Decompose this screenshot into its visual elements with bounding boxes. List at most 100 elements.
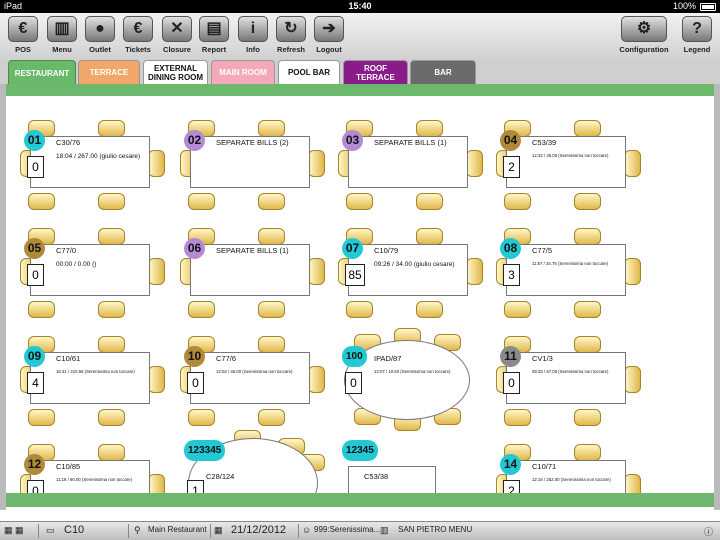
- table-12345[interactable]: 12345 C53/38: [336, 440, 486, 493]
- table-number-badge: 123345: [184, 440, 226, 461]
- table-check-info: 16:31 / 210.66 (Serenissima non toccare): [56, 369, 135, 374]
- table-check-info: 09:33 / 67.00 (Serenissima non toccare): [532, 369, 609, 374]
- logout-button[interactable]: ➔ Logout: [309, 16, 349, 58]
- chair: [28, 193, 55, 210]
- info-icon[interactable]: ⓘ: [704, 525, 713, 538]
- refresh-button[interactable]: ↻ Refresh: [271, 16, 311, 58]
- table-check-name: C28/124: [206, 472, 235, 481]
- table-check-name: IPAD/87: [374, 354, 402, 363]
- table-check-name: C77/6: [216, 354, 237, 363]
- chair: [624, 474, 641, 493]
- current-date: 21/12/2012: [231, 524, 287, 536]
- table-check-info: 18:04 / 267.00 (giulio cesare): [56, 153, 141, 160]
- covers-count: 2: [503, 156, 520, 178]
- tab-main-room[interactable]: MAIN ROOM: [211, 60, 275, 84]
- tab-bar[interactable]: BAR: [410, 60, 476, 84]
- table-top: [348, 244, 468, 296]
- cash-register-icon: €: [8, 16, 38, 42]
- table-number-badge: 06: [184, 238, 205, 259]
- table-07[interactable]: 07 C10/79 09:26 / 34.00 (giulio cesare) 85: [336, 228, 486, 328]
- table-04[interactable]: 04 C53/39 12:32 / 45.00 (Serenissima non t…: [494, 120, 644, 220]
- table-123345[interactable]: 123345 C28/124 1: [178, 430, 328, 493]
- table-number-badge: 12345: [342, 440, 378, 461]
- table-check-info: 00:00 / 0.00 (): [56, 261, 97, 268]
- current-check-code: C10: [64, 524, 85, 536]
- chair: [28, 301, 55, 318]
- outlet-button[interactable]: ● Outlet: [80, 16, 120, 58]
- chair: [188, 301, 215, 318]
- current-user: 999:Serenissima...: [314, 525, 381, 534]
- status-time: 15:40: [348, 1, 372, 11]
- chair: [148, 366, 165, 393]
- table-08[interactable]: 08 C77/5 11:57 / 34.75 (Serenissima non to…: [494, 228, 644, 328]
- chair: [28, 409, 55, 426]
- map-pin-icon: ⚲: [134, 525, 141, 535]
- table-top: [190, 352, 310, 404]
- covers-count: 4: [27, 372, 44, 394]
- tab-terrace[interactable]: TERRACE: [78, 60, 140, 84]
- frame-right: [714, 84, 720, 510]
- chair: [416, 301, 443, 318]
- chair: [574, 409, 601, 426]
- table-number-badge: 07: [342, 238, 363, 259]
- tab-external-dining-room[interactable]: EXTERNAL DINING ROOM: [143, 60, 208, 84]
- chair: [148, 474, 165, 493]
- table-check-name: C10/85: [56, 462, 81, 471]
- battery-icon: [700, 3, 716, 11]
- table-05[interactable]: 05 C77/0 00:00 / 0.00 () 0: [18, 228, 168, 328]
- table-check-name: SEPARATE BILLS (2): [216, 138, 289, 147]
- table-02[interactable]: 02 SEPARATE BILLS (2): [178, 120, 328, 220]
- table-check-name: C10/79: [374, 246, 399, 255]
- logout-icon: ➔: [314, 16, 344, 42]
- chair: [416, 228, 443, 245]
- report-button[interactable]: ▤ Report: [194, 16, 234, 58]
- closure-button[interactable]: ✕ Closure: [157, 16, 197, 58]
- current-outlet: Main Restaurant: [148, 525, 207, 534]
- table-09[interactable]: 09 C10/61 16:31 / 210.66 (Serenissima non …: [18, 336, 168, 436]
- table-check-info: 12:32 / 45.00 (Serenissima non toccare): [532, 153, 609, 158]
- table-03[interactable]: 03 SEPARATE BILLS (1): [336, 120, 486, 220]
- bottom-status-bar: ▦ ▦ ▭ C10 ⚲ Main Restaurant ▦ 21/12/2012…: [0, 521, 720, 540]
- pos-button[interactable]: € POS: [3, 16, 43, 58]
- chair: [624, 150, 641, 177]
- tab-pool-bar[interactable]: POOL BAR: [278, 60, 340, 84]
- configuration-button[interactable]: ⚙ Configuration: [617, 16, 671, 58]
- table-06[interactable]: 06 SEPARATE BILLS (1): [178, 228, 328, 328]
- table-check-name: SEPARATE BILLS (1): [216, 246, 289, 255]
- chair: [308, 366, 325, 393]
- report-icon: ▤: [199, 16, 229, 42]
- chair: [308, 258, 325, 285]
- chair: [188, 193, 215, 210]
- table-top: [30, 352, 150, 404]
- table-top: [348, 466, 436, 493]
- table-100[interactable]: 100 IPAD/87 13:07 / 10.50 (Serenissima non…: [336, 328, 486, 436]
- tab-restaurant[interactable]: RESTAURANT: [8, 60, 76, 86]
- tab-roof-terrace[interactable]: ROOF TERRACE: [343, 60, 408, 84]
- gears-icon: ⚙: [621, 16, 667, 42]
- table-number-badge: 05: [24, 238, 45, 259]
- table-check-name: C77/5: [532, 246, 553, 255]
- menu-button[interactable]: ▥ Menu: [42, 16, 82, 58]
- table-check-name: CV1/3: [532, 354, 553, 363]
- table-check-info: 13:07 / 10.50 (Serenissima non toccare): [374, 369, 451, 374]
- menu-book-icon: ▥: [380, 525, 389, 535]
- chair: [98, 444, 125, 461]
- table-check-name: C10/61: [56, 354, 81, 363]
- table-12[interactable]: 12 C10/85 11:18 / 90.00 (Serenissima non t…: [18, 444, 168, 493]
- chair: [416, 120, 443, 137]
- table-11[interactable]: 11 CV1/3 09:33 / 67.00 (Serenissima non to…: [494, 336, 644, 436]
- chair: [624, 366, 641, 393]
- chair: [258, 409, 285, 426]
- table-number-badge: 12: [24, 454, 45, 475]
- info-button[interactable]: i Info: [233, 16, 273, 58]
- room-tabs: RESTAURANT TERRACE EXTERNAL DINING ROOM M…: [0, 60, 720, 86]
- table-top: [506, 352, 626, 404]
- legend-button[interactable]: ? Legend: [677, 16, 717, 58]
- table-10[interactable]: 10 C77/6 12:02 / 45.00 (Serenissima non to…: [178, 336, 328, 436]
- chair: [188, 409, 215, 426]
- table-check-info: 11:57 / 34.75 (Serenissima non toccare): [532, 261, 609, 266]
- covers-count: 1: [187, 480, 204, 493]
- table-01[interactable]: 01 C30/76 18:04 / 267.00 (giulio cesare) 0: [18, 120, 168, 220]
- tickets-button[interactable]: € Tickets: [118, 16, 158, 58]
- table-14[interactable]: 14 C10/71 12:16 / 252.00 (Serenissima non …: [494, 444, 644, 493]
